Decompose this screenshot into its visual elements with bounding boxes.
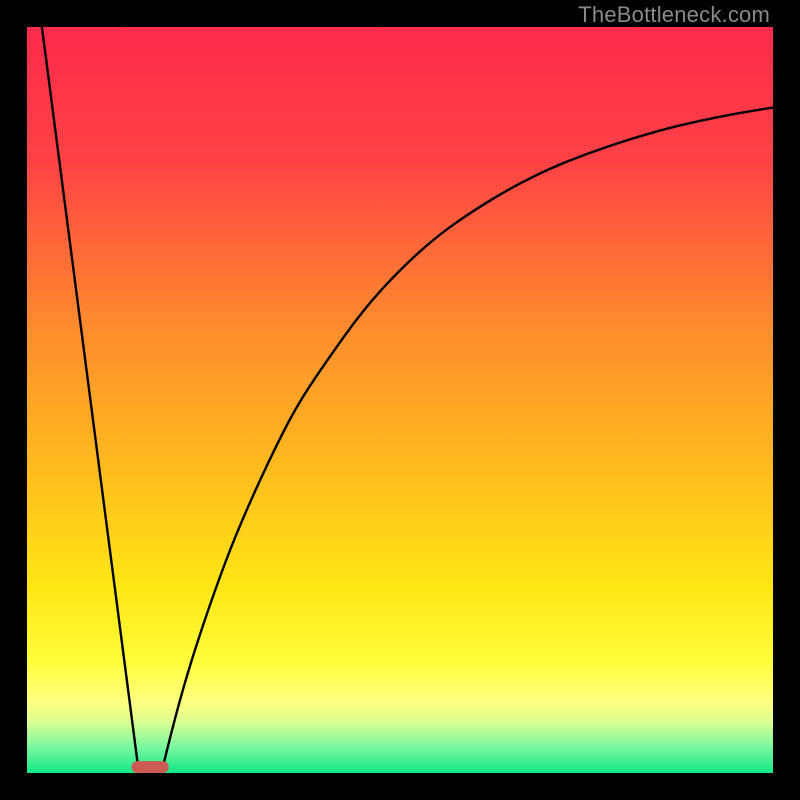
plot-svg (27, 27, 773, 773)
gradient-background (27, 27, 773, 773)
optimal-marker (131, 761, 168, 773)
watermark-text: TheBottleneck.com (578, 2, 770, 28)
plot-area (27, 27, 773, 773)
chart-frame: TheBottleneck.com (0, 0, 800, 800)
